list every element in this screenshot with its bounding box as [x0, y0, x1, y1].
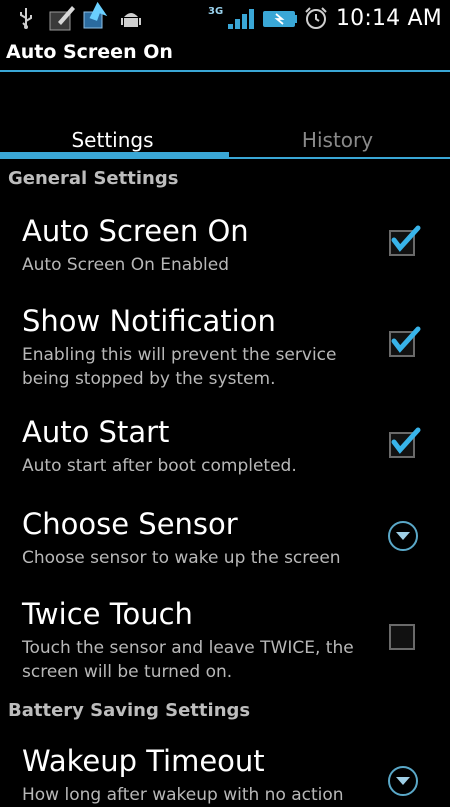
title-bar: Auto Screen On — [0, 38, 450, 72]
tab-history[interactable]: History — [225, 118, 450, 160]
clock: 10:14 AM — [335, 6, 442, 31]
pref-summary: Auto Screen On Enabled — [22, 255, 229, 275]
usb-icon — [20, 8, 32, 29]
pref-title: Twice Touch — [22, 597, 193, 631]
pref-title: Auto Screen On — [22, 214, 249, 248]
pref-summary: Touch the sensor and leave TWICE, the sc… — [22, 638, 354, 682]
signal-icon — [228, 9, 254, 29]
active-tab-indicator — [0, 152, 229, 159]
pen-icon — [49, 6, 75, 31]
download-icon — [83, 1, 108, 29]
alarm-icon — [305, 7, 327, 29]
pref-summary: Choose sensor to wake up the screen — [22, 548, 341, 568]
checkmark-icon — [391, 427, 421, 454]
status-bar: 3G 10:14 AM — [0, 0, 450, 38]
pref-summary: Auto start after boot completed. — [22, 456, 297, 476]
chevron-down-icon — [396, 532, 410, 540]
auto-screen-on-checkbox[interactable] — [389, 225, 421, 256]
twice-touch-checkbox[interactable] — [389, 624, 415, 650]
android-icon — [121, 13, 141, 27]
battery-icon — [263, 11, 297, 27]
choose-sensor-dropdown[interactable] — [388, 521, 418, 551]
checkmark-icon — [391, 225, 421, 252]
pref-title: Wakeup Timeout — [22, 744, 265, 778]
pref-summary: Enabling this will prevent the service b… — [22, 345, 337, 389]
section-header-battery: Battery Saving Settings — [8, 700, 251, 721]
pref-summary: How long after wakeup with no action — [22, 785, 344, 805]
auto-start-checkbox[interactable] — [389, 427, 421, 458]
chevron-down-icon — [396, 777, 410, 785]
section-header-general: General Settings — [8, 168, 179, 189]
page-title: Auto Screen On — [6, 41, 173, 63]
wakeup-timeout-dropdown[interactable] — [388, 766, 418, 796]
pref-title: Auto Start — [22, 415, 170, 449]
network-label: 3G — [208, 6, 224, 17]
pref-title: Choose Sensor — [22, 507, 238, 541]
show-notification-checkbox[interactable] — [389, 326, 421, 357]
checkmark-icon — [391, 326, 421, 353]
pref-title: Show Notification — [22, 304, 276, 338]
